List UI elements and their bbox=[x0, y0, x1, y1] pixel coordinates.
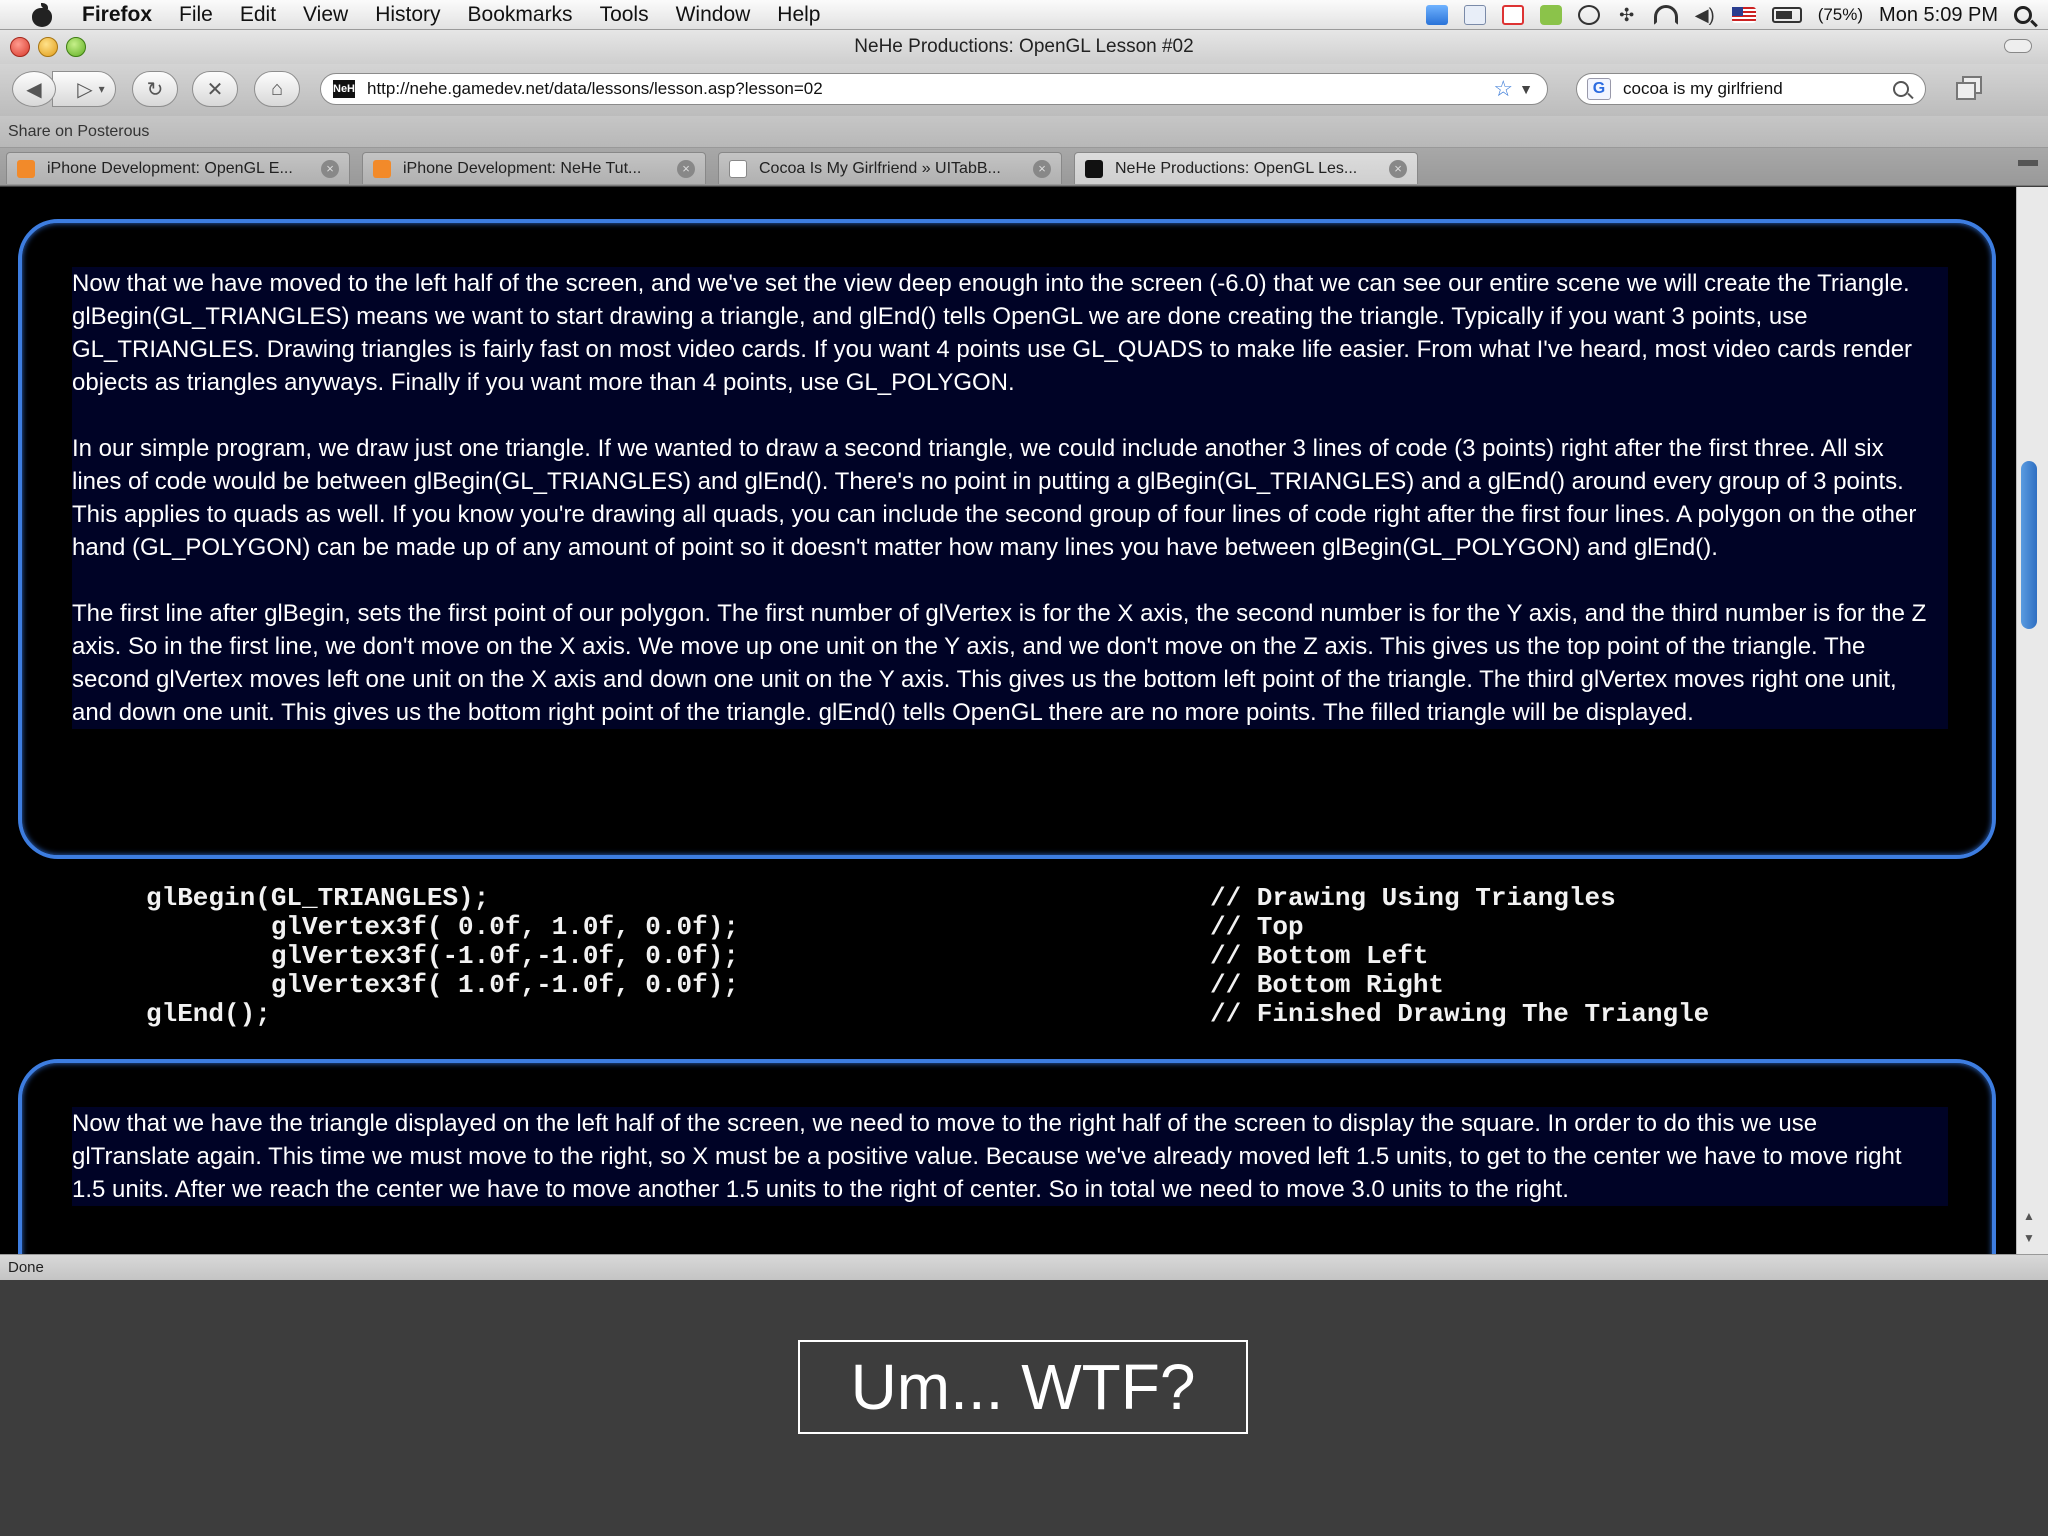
tab-overview-icon[interactable] bbox=[1954, 76, 1984, 104]
input-source-flag-icon[interactable] bbox=[1731, 7, 1756, 23]
search-input[interactable]: cocoa is my girlfriend bbox=[1623, 79, 1783, 99]
spotlight-icon[interactable] bbox=[2014, 6, 2032, 24]
vertical-scrollbar[interactable]: ▲ ▼ bbox=[2016, 187, 2048, 1254]
bluetooth-icon[interactable]: ✣ bbox=[1616, 5, 1638, 25]
tab-nehe-opengl[interactable]: NeHe Productions: OpenGL Les... × bbox=[1074, 152, 1418, 184]
tab-iphone-nehe[interactable]: iPhone Development: NeHe Tut... × bbox=[362, 152, 706, 184]
scrollbar-thumb[interactable] bbox=[2021, 461, 2037, 629]
search-bar[interactable]: G cocoa is my girlfriend bbox=[1576, 73, 1926, 105]
blog-favicon-icon bbox=[17, 159, 35, 178]
menu-view[interactable]: View bbox=[303, 3, 348, 27]
scroll-down-arrow-icon[interactable]: ▼ bbox=[2023, 1231, 2035, 1245]
scroll-up-arrow-icon[interactable]: ▲ bbox=[2023, 1209, 2035, 1223]
page-content: Now that we have moved to the left half … bbox=[0, 187, 2030, 1254]
home-icon: ⌂ bbox=[270, 77, 284, 100]
search-engine-icon[interactable]: G bbox=[1587, 78, 1611, 100]
paragraph-triangle-intro: Now that we have moved to the left half … bbox=[72, 270, 1913, 396]
tab-label: Cocoa Is My Girlfriend » UITabB... bbox=[759, 159, 1001, 177]
tab-label: NeHe Productions: OpenGL Les... bbox=[1115, 159, 1358, 177]
code-comments: // Drawing Using Triangles // Top // Bot… bbox=[1210, 883, 1710, 1029]
tab-close-icon[interactable]: × bbox=[1033, 159, 1051, 178]
gmail-icon[interactable] bbox=[1501, 5, 1524, 25]
code-block: glBegin(GL_TRIANGLES); glVertex3f( 0.0f,… bbox=[146, 883, 739, 1029]
slide-caption: Um... WTF? bbox=[850, 1351, 1196, 1423]
text-panel-bottom: Now that we have the triangle displayed … bbox=[18, 1059, 1996, 1254]
status-text: Done bbox=[8, 1259, 44, 1276]
battery-percent: (75%) bbox=[1817, 5, 1864, 24]
tab-close-icon[interactable]: × bbox=[677, 159, 695, 178]
window-controls bbox=[10, 37, 86, 57]
app-status-icon[interactable] bbox=[1539, 5, 1562, 25]
stop-button[interactable]: ✕ bbox=[192, 71, 238, 107]
tab-label: iPhone Development: NeHe Tut... bbox=[403, 159, 642, 177]
blog-favicon-icon bbox=[373, 159, 391, 178]
menu-edit[interactable]: Edit bbox=[240, 3, 276, 27]
volume-icon[interactable]: ◀) bbox=[1694, 5, 1716, 25]
toolbar-toggle-button[interactable] bbox=[2004, 39, 2032, 53]
menu-app[interactable]: Firefox bbox=[82, 3, 152, 27]
tab-overview-front-square bbox=[1956, 82, 1976, 100]
bookmarks-toolbar: Share on Posterous bbox=[0, 116, 2048, 148]
forward-button[interactable]: ▷ ▾ bbox=[52, 71, 116, 107]
close-window-button[interactable] bbox=[10, 37, 30, 57]
text-panel-top: Now that we have moved to the left half … bbox=[18, 219, 1996, 859]
paragraph-move-right: Now that we have the triangle displayed … bbox=[72, 1110, 1902, 1203]
home-button[interactable]: ⌂ bbox=[254, 71, 300, 107]
back-button[interactable]: ◀ bbox=[12, 71, 56, 107]
tab-cocoa-girlfriend[interactable]: Cocoa Is My Girlfriend » UITabB... × bbox=[718, 152, 1062, 184]
menu-tools[interactable]: Tools bbox=[600, 3, 649, 27]
time-machine-icon[interactable] bbox=[1577, 5, 1600, 25]
zoom-window-button[interactable] bbox=[66, 37, 86, 57]
navigation-toolbar: ▷ ▾ ◀ ↻ ✕ ⌂ NeHe http://nehe.gamedev.net/… bbox=[0, 64, 2048, 116]
article-text-top: Now that we have moved to the left half … bbox=[72, 267, 1948, 729]
forward-arrow-icon: ▷ bbox=[77, 78, 93, 101]
menu-bar: Firefox File Edit View History Bookmarks… bbox=[0, 0, 2048, 30]
list-all-tabs-icon[interactable] bbox=[2018, 160, 2038, 176]
nehe-favicon-icon bbox=[1085, 159, 1103, 178]
battery-icon[interactable] bbox=[1771, 7, 1802, 23]
menu-file[interactable]: File bbox=[179, 3, 213, 27]
window-title-bar: NeHe Productions: OpenGL Lesson #02 bbox=[0, 30, 2048, 64]
url-input[interactable]: http://nehe.gamedev.net/data/lessons/les… bbox=[367, 79, 1493, 99]
status-bar: Done bbox=[0, 1254, 2048, 1280]
search-icon[interactable] bbox=[1893, 81, 1909, 97]
slide-caption-box: Um... WTF? bbox=[798, 1340, 1248, 1434]
minimize-window-button[interactable] bbox=[38, 37, 58, 57]
status-menus: ✣ ◀) (75%) Mon 5:09 PM bbox=[1425, 0, 2048, 30]
tab-bar: iPhone Development: OpenGL E... × iPhone… bbox=[0, 148, 2048, 186]
menu-bookmarks[interactable]: Bookmarks bbox=[468, 3, 573, 27]
menu-help[interactable]: Help bbox=[777, 3, 820, 27]
stop-icon: ✕ bbox=[206, 78, 224, 101]
page-favicon-icon bbox=[729, 159, 747, 178]
tab-iphone-opengl[interactable]: iPhone Development: OpenGL E... × bbox=[6, 152, 350, 184]
back-arrow-icon: ◀ bbox=[26, 78, 42, 101]
url-bar[interactable]: NeHe http://nehe.gamedev.net/data/lesson… bbox=[320, 73, 1548, 105]
window-title: NeHe Productions: OpenGL Lesson #02 bbox=[854, 36, 1194, 57]
finder-icon[interactable] bbox=[1425, 5, 1448, 25]
bookmark-share-on-posterous[interactable]: Share on Posterous bbox=[8, 123, 149, 140]
calendar-icon[interactable] bbox=[1463, 5, 1486, 25]
bookmark-star-icon[interactable]: ☆ bbox=[1493, 76, 1513, 102]
apple-menu-icon[interactable] bbox=[28, 2, 56, 27]
menu-history[interactable]: History bbox=[375, 3, 440, 27]
reload-icon: ↻ bbox=[146, 78, 164, 101]
article-text-bottom: Now that we have the triangle displayed … bbox=[72, 1107, 1948, 1206]
menu-window[interactable]: Window bbox=[676, 3, 751, 27]
paragraph-vertex-explanation: The first line after glBegin, sets the f… bbox=[72, 600, 1927, 726]
tab-label: iPhone Development: OpenGL E... bbox=[47, 159, 293, 177]
tab-close-icon[interactable]: × bbox=[1389, 159, 1407, 178]
wifi-icon[interactable] bbox=[1653, 5, 1678, 25]
tab-close-icon[interactable]: × bbox=[321, 159, 339, 178]
history-dropdown-icon[interactable]: ▾ bbox=[99, 82, 105, 96]
reload-button[interactable]: ↻ bbox=[132, 71, 178, 107]
paragraph-multiple-triangles: In our simple program, we draw just one … bbox=[72, 435, 1917, 561]
url-history-dropdown-icon[interactable]: ▼ bbox=[1519, 81, 1533, 97]
menu-clock[interactable]: Mon 5:09 PM bbox=[1879, 4, 1998, 27]
site-favicon-icon[interactable]: NeHe bbox=[333, 80, 361, 98]
